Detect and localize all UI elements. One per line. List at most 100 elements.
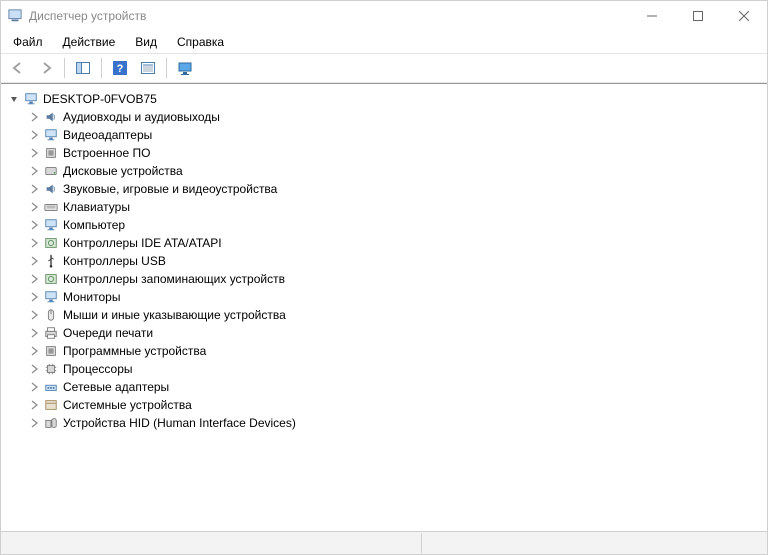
node-label: Программные устройства bbox=[63, 342, 206, 360]
expand-icon[interactable] bbox=[27, 200, 41, 214]
tree-node[interactable]: Мониторы bbox=[5, 288, 767, 306]
device-tree[interactable]: DESKTOP-0FVOB75 Аудиовходы и аудиовыходы… bbox=[1, 86, 767, 436]
tree-node[interactable]: Клавиатуры bbox=[5, 198, 767, 216]
expand-icon[interactable] bbox=[27, 110, 41, 124]
sound-icon bbox=[43, 181, 59, 197]
maximize-button[interactable] bbox=[675, 1, 721, 31]
menu-help[interactable]: Справка bbox=[169, 33, 232, 51]
app-icon bbox=[7, 8, 23, 24]
node-label: Очереди печати bbox=[63, 324, 153, 342]
display-icon bbox=[43, 127, 59, 143]
node-label: Видеоадаптеры bbox=[63, 126, 152, 144]
keyboard-icon bbox=[43, 199, 59, 215]
expand-icon[interactable] bbox=[27, 344, 41, 358]
node-label: Встроенное ПО bbox=[63, 144, 150, 162]
properties-button[interactable] bbox=[135, 55, 161, 81]
expand-icon[interactable] bbox=[27, 146, 41, 160]
system-icon bbox=[43, 397, 59, 413]
collapse-icon[interactable] bbox=[7, 92, 21, 106]
tree-node[interactable]: Дисковые устройства bbox=[5, 162, 767, 180]
tree-node[interactable]: Контроллеры запоминающих устройств bbox=[5, 270, 767, 288]
toolbar-separator bbox=[64, 58, 65, 78]
help-button[interactable]: ? bbox=[107, 55, 133, 81]
disk-icon bbox=[43, 163, 59, 179]
expand-icon[interactable] bbox=[27, 272, 41, 286]
tree-node[interactable]: Сетевые адаптеры bbox=[5, 378, 767, 396]
tree-node[interactable]: Программные устройства bbox=[5, 342, 767, 360]
tree-node[interactable]: Звуковые, игровые и видеоустройства bbox=[5, 180, 767, 198]
menu-action[interactable]: Действие bbox=[55, 33, 124, 51]
network-icon bbox=[43, 379, 59, 395]
expand-icon[interactable] bbox=[27, 254, 41, 268]
forward-button[interactable] bbox=[33, 55, 59, 81]
hid-icon bbox=[43, 415, 59, 431]
node-label: Процессоры bbox=[63, 360, 133, 378]
expand-icon[interactable] bbox=[27, 416, 41, 430]
computer-icon bbox=[23, 91, 39, 107]
tree-root-node[interactable]: DESKTOP-0FVOB75 bbox=[5, 90, 767, 108]
toolbar-separator bbox=[101, 58, 102, 78]
tree-node[interactable]: Контроллеры IDE ATA/ATAPI bbox=[5, 234, 767, 252]
expand-icon[interactable] bbox=[27, 326, 41, 340]
content-area: DESKTOP-0FVOB75 Аудиовходы и аудиовыходы… bbox=[1, 83, 767, 531]
node-label: Мыши и иные указывающие устройства bbox=[63, 306, 286, 324]
computer-icon bbox=[43, 217, 59, 233]
tree-node[interactable]: Компьютер bbox=[5, 216, 767, 234]
toolbar: ? bbox=[1, 54, 767, 83]
node-label: Контроллеры USB bbox=[63, 252, 166, 270]
menubar: Файл Действие Вид Справка bbox=[1, 31, 767, 54]
node-label: Системные устройства bbox=[63, 396, 192, 414]
ide-icon bbox=[43, 235, 59, 251]
printer-icon bbox=[43, 325, 59, 341]
tree-node[interactable]: Мыши и иные указывающие устройства bbox=[5, 306, 767, 324]
tree-node[interactable]: Очереди печати bbox=[5, 324, 767, 342]
menu-file[interactable]: Файл bbox=[5, 33, 51, 51]
expand-icon[interactable] bbox=[27, 236, 41, 250]
expand-icon[interactable] bbox=[27, 164, 41, 178]
software-icon bbox=[43, 343, 59, 359]
node-label: Аудиовходы и аудиовыходы bbox=[63, 108, 220, 126]
node-label: Сетевые адаптеры bbox=[63, 378, 169, 396]
tree-node[interactable]: Устройства HID (Human Interface Devices) bbox=[5, 414, 767, 432]
node-label: Компьютер bbox=[63, 216, 125, 234]
expand-icon[interactable] bbox=[27, 398, 41, 412]
node-label: Дисковые устройства bbox=[63, 162, 183, 180]
close-button[interactable] bbox=[721, 1, 767, 31]
device-manager-window: Диспетчер устройств Файл Действие Вид Сп… bbox=[0, 0, 768, 555]
tree-node[interactable]: Системные устройства bbox=[5, 396, 767, 414]
statusbar bbox=[1, 531, 767, 554]
tree-node[interactable]: Процессоры bbox=[5, 360, 767, 378]
back-button[interactable] bbox=[5, 55, 31, 81]
tree-node[interactable]: Контроллеры USB bbox=[5, 252, 767, 270]
node-label: Звуковые, игровые и видеоустройства bbox=[63, 180, 277, 198]
node-label: Контроллеры IDE ATA/ATAPI bbox=[63, 234, 222, 252]
expand-icon[interactable] bbox=[27, 182, 41, 196]
mouse-icon bbox=[43, 307, 59, 323]
tree-node[interactable]: Аудиовходы и аудиовыходы bbox=[5, 108, 767, 126]
expand-icon[interactable] bbox=[27, 218, 41, 232]
tree-node[interactable]: Видеоадаптеры bbox=[5, 126, 767, 144]
storage-icon bbox=[43, 271, 59, 287]
node-label: Контроллеры запоминающих устройств bbox=[63, 270, 285, 288]
toolbar-separator bbox=[166, 58, 167, 78]
window-title: Диспетчер устройств bbox=[29, 9, 146, 23]
root-label: DESKTOP-0FVOB75 bbox=[43, 90, 157, 108]
cpu-icon bbox=[43, 361, 59, 377]
menu-view[interactable]: Вид bbox=[127, 33, 165, 51]
audio-icon bbox=[43, 109, 59, 125]
usb-icon bbox=[43, 253, 59, 269]
node-label: Мониторы bbox=[63, 288, 120, 306]
node-label: Устройства HID (Human Interface Devices) bbox=[63, 414, 296, 432]
svg-text:?: ? bbox=[117, 63, 124, 75]
show-hide-tree-button[interactable] bbox=[70, 55, 96, 81]
expand-icon[interactable] bbox=[27, 362, 41, 376]
expand-icon[interactable] bbox=[27, 290, 41, 304]
tree-node[interactable]: Встроенное ПО bbox=[5, 144, 767, 162]
expand-icon[interactable] bbox=[27, 128, 41, 142]
titlebar: Диспетчер устройств bbox=[1, 1, 767, 31]
expand-icon[interactable] bbox=[27, 308, 41, 322]
statusbar-separator bbox=[421, 533, 422, 553]
scan-hardware-button[interactable] bbox=[172, 55, 198, 81]
expand-icon[interactable] bbox=[27, 380, 41, 394]
minimize-button[interactable] bbox=[629, 1, 675, 31]
